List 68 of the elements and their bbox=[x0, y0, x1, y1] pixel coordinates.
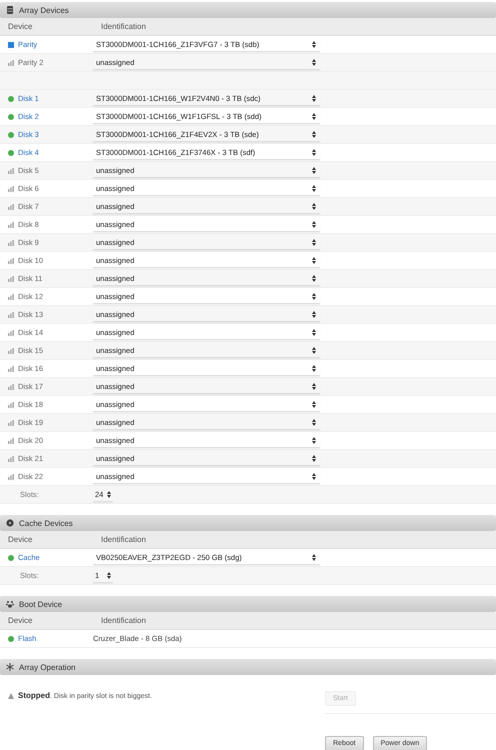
bars-status-icon bbox=[8, 474, 14, 480]
sort-icon bbox=[312, 274, 316, 282]
section-title: Boot Device bbox=[19, 600, 62, 608]
column-label: Device bbox=[7, 22, 34, 31]
bars-status-icon bbox=[8, 456, 14, 462]
sort-icon bbox=[312, 310, 316, 318]
sort-icon bbox=[312, 364, 316, 372]
disc-icon bbox=[6, 519, 14, 527]
column-label: Identification bbox=[101, 22, 146, 31]
bars-status-icon bbox=[8, 384, 14, 390]
status-dot-icon bbox=[8, 114, 14, 120]
bars-status-icon bbox=[8, 330, 14, 336]
column-label: Identification bbox=[101, 535, 146, 544]
sort-icon bbox=[312, 238, 316, 246]
bars-status-icon bbox=[8, 204, 14, 210]
sort-icon bbox=[312, 256, 316, 264]
bars-status-icon bbox=[8, 402, 14, 408]
status-dot-icon bbox=[8, 636, 14, 642]
sort-icon bbox=[312, 148, 316, 156]
status-dot-icon bbox=[8, 132, 14, 138]
sort-icon bbox=[312, 454, 316, 462]
bars-status-icon bbox=[8, 258, 14, 264]
sort-icon bbox=[312, 184, 316, 192]
sort-icon bbox=[312, 94, 316, 102]
column-label: Device bbox=[7, 616, 34, 625]
sort-icon bbox=[312, 202, 316, 210]
bars-status-icon bbox=[8, 222, 14, 228]
bars-status-icon bbox=[8, 168, 14, 174]
bars-status-icon bbox=[8, 348, 14, 354]
paw-icon bbox=[6, 600, 14, 608]
section-title: Array Operation bbox=[19, 662, 76, 672]
section-title: Array Devices bbox=[19, 6, 69, 14]
column-label: Identification bbox=[101, 616, 146, 625]
sort-icon bbox=[312, 292, 316, 300]
snowflake-icon bbox=[6, 663, 14, 671]
bars-status-icon bbox=[8, 366, 14, 372]
bars-status-icon bbox=[8, 276, 14, 282]
bars-status-icon bbox=[8, 294, 14, 300]
sort-icon bbox=[312, 40, 316, 48]
status-dot-icon bbox=[8, 150, 14, 156]
sort-icon bbox=[107, 572, 111, 578]
sort-icon bbox=[312, 58, 316, 66]
section-title: Cache Devices bbox=[19, 518, 73, 528]
bars-status-icon bbox=[8, 60, 14, 66]
bars-status-icon bbox=[8, 240, 14, 246]
status-dot-icon bbox=[8, 554, 14, 560]
sort-icon bbox=[312, 472, 316, 480]
column-label: Device bbox=[7, 535, 34, 544]
bars-status-icon bbox=[8, 186, 14, 192]
sort-icon bbox=[312, 554, 316, 560]
sort-icon bbox=[312, 112, 316, 120]
status-dot-icon bbox=[8, 96, 14, 102]
sort-icon bbox=[312, 400, 316, 408]
sort-icon bbox=[312, 436, 316, 444]
warning-icon bbox=[8, 693, 14, 699]
square-status-icon bbox=[8, 42, 14, 48]
sort-icon bbox=[312, 220, 316, 228]
sort-icon bbox=[312, 382, 316, 390]
bars-status-icon bbox=[8, 312, 14, 318]
sort-icon bbox=[312, 418, 316, 426]
bars-status-icon bbox=[8, 420, 14, 426]
sort-icon bbox=[107, 490, 111, 498]
sort-icon bbox=[312, 130, 316, 138]
sort-icon bbox=[312, 346, 316, 354]
sort-icon bbox=[312, 166, 316, 174]
sort-icon bbox=[312, 328, 316, 336]
database-icon bbox=[6, 6, 14, 14]
bars-status-icon bbox=[8, 438, 14, 444]
